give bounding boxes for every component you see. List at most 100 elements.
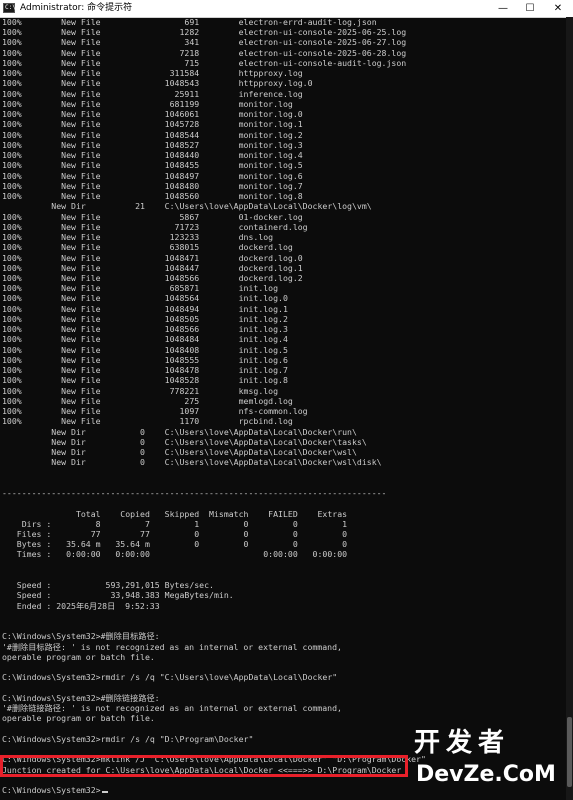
console-line: '#删除目标路径: ' is not recognized as an inte…	[2, 642, 342, 652]
console-line-text: Total Copied Skipped Mismatch FAILED Ext…	[2, 508, 348, 519]
console-line: 100% New File 1048480 monitor.log.7	[2, 181, 303, 191]
console-line: 100% New File 1048560 monitor.log.8	[2, 191, 303, 201]
console-line-text: 100% New File 1048543 httpproxy.log.0	[2, 78, 313, 89]
console-line-text: 100% New File 1048455 monitor.log.5	[2, 160, 303, 171]
console-line: 100% New File 7218 electron-ui-console-2…	[2, 48, 406, 58]
console-line: C:\Windows\System32>rmdir /s /q "D:\Prog…	[2, 734, 253, 744]
console-line: 100% New File 1048497 monitor.log.6	[2, 171, 303, 181]
cmd-icon[interactable]: C:\	[3, 3, 16, 13]
console-line-text: 100% New File 1048555 init.log.6	[2, 354, 288, 365]
console-line-text: '#删除目标路径: ' is not recognized as an inte…	[2, 641, 342, 652]
console-line: 100% New File 1048440 monitor.log.4	[2, 150, 303, 160]
console-line: 100% New File 691 electron-errd-audit-lo…	[2, 17, 377, 27]
console-line: New Dir 0 C:\Users\love\AppData\Local\Do…	[2, 457, 382, 468]
console-line: 100% New File 25911 inference.log	[2, 89, 303, 99]
console-line-text: Bytes : 35.64 m 35.64 m 0 0 0 0	[2, 539, 348, 550]
console-line-text: 100% New File 1046061 monitor.log.0	[2, 109, 303, 120]
console-line-text: 100% New File 1048564 init.log.0	[2, 293, 288, 304]
console-line-text: 100% New File 341 electron-ui-console-20…	[2, 37, 407, 48]
console-line: 100% New File 638015 dockerd.log	[2, 242, 293, 252]
console-line: New Dir 0 C:\Users\love\AppData\Local\Do…	[2, 427, 357, 437]
maximize-button[interactable]: ☐	[516, 0, 544, 17]
console-line-text: 100% New File 1048440 monitor.log.4	[2, 150, 303, 161]
console-line-text: New Dir 0 C:\Users\love\AppData\Local\Do…	[2, 447, 357, 458]
console-line: 100% New File 1046061 monitor.log.0	[2, 109, 303, 119]
console-line-text: 100% New File 1048447 dockerd.log.1	[2, 262, 303, 273]
console-line-text: 100% New File 1048505 init.log.2	[2, 313, 288, 324]
console-line: 100% New File 1048566 init.log.3	[2, 324, 288, 334]
console-line: C:\Windows\System32>#删除目标路径:	[2, 631, 160, 641]
console-line: 100% New File 1048543 httpproxy.log.0	[2, 78, 313, 88]
console-line-text: 100% New File 1048478 init.log.7	[2, 365, 288, 376]
console-line-text: 100% New File 71723 containerd.log	[2, 221, 308, 232]
console-line-text: New Dir 21 C:\Users\love\AppData\Local\D…	[2, 201, 372, 212]
console-line-text: 100% New File 681199 monitor.log	[2, 98, 293, 109]
console-line-text: 100% New File 1282 electron-ui-console-2…	[2, 27, 407, 38]
console-line-text: '#删除链接路径: ' is not recognized as an inte…	[2, 703, 342, 714]
console-line-text: 100% New File 123233 dns.log	[2, 232, 274, 243]
console-line-text: 100% New File 1097 nfs-common.log	[2, 406, 308, 417]
console-line-text: 100% New File 1048560 monitor.log.8	[2, 191, 303, 202]
console-line: 100% New File 5867 01-docker.log	[2, 212, 303, 222]
console-line: 100% New File 1048408 init.log.5	[2, 345, 288, 355]
console-line-text: Dirs : 8 7 1 0 0 1	[2, 518, 348, 529]
console-line-text: 100% New File 1170 rpcbind.log	[2, 416, 293, 427]
console-line: C:\Windows\System32>	[2, 785, 108, 795]
console-line: 100% New File 1048566 dockerd.log.2	[2, 273, 303, 283]
console-line-text: C:\Windows\System32>rmdir /s /q "D:\Prog…	[2, 733, 254, 744]
console-line-text: operable program or batch file.	[2, 713, 155, 724]
console-line: Bytes : 35.64 m 35.64 m 0 0 0 0	[2, 539, 347, 549]
console-line: 100% New File 685871 init.log	[2, 283, 278, 293]
console-line: Total Copied Skipped Mismatch FAILED Ext…	[2, 509, 347, 519]
console-line-text: Speed : 33,948.383 MegaBytes/min.	[2, 590, 234, 601]
console-output[interactable]: 100% New File 691 electron-errd-audit-lo…	[0, 17, 566, 800]
console-line-text: 100% New File 1045728 monitor.log.1	[2, 119, 303, 130]
window-title: Administrator: 命令提示符	[20, 3, 133, 13]
scrollbar-thumb[interactable]	[567, 717, 572, 787]
console-line-text: ----------------------------------------…	[2, 488, 387, 499]
console-line-text: 100% New File 275 memlogd.log	[2, 395, 293, 406]
console-line: 100% New File 681199 monitor.log	[2, 99, 293, 109]
watermark-text: 开发者	[414, 728, 511, 758]
minimize-button[interactable]: —	[489, 0, 517, 17]
console-line-text: 100% New File 1048408 init.log.5	[2, 344, 288, 355]
console-line: Times : 0:00:00 0:00:00 0:00:00 0:00:00	[2, 549, 347, 559]
console-line-text: 100% New File 1048544 monitor.log.2	[2, 129, 303, 140]
console-line: operable program or batch file.	[2, 652, 155, 662]
console-line: Ended : 2025年6月28日 9:52:33	[2, 601, 160, 611]
console-line-text: Speed : 593,291,015 Bytes/sec.	[2, 580, 214, 591]
console-line-text: 100% New File 25911 inference.log	[2, 88, 303, 99]
console-line: C:\Windows\System32>rmdir /s /q "C:\User…	[2, 672, 337, 682]
text-cursor	[101, 791, 108, 793]
vertical-scrollbar[interactable]	[566, 17, 573, 800]
console-line: Files : 77 77 0 0 0 0	[2, 529, 347, 539]
console-line-text: New Dir 0 C:\Users\love\AppData\Local\Do…	[2, 457, 382, 468]
console-line-text: 100% New File 1048494 init.log.1	[2, 303, 288, 314]
console-line-text: C:\Windows\System32>#删除目标路径:	[2, 631, 160, 642]
console-line-text: Files : 77 77 0 0 0 0	[2, 529, 348, 539]
console-line: 100% New File 1048528 init.log.8	[2, 375, 288, 385]
console-line: 100% New File 1048564 init.log.0	[2, 293, 288, 303]
highlight-box	[0, 755, 408, 777]
console-line: 100% New File 1170 rpcbind.log	[2, 416, 293, 426]
console-line: 100% New File 341 electron-ui-console-20…	[2, 37, 406, 47]
console-line: C:\Windows\System32>#删除链接路径:	[2, 693, 160, 703]
console-line-text: 100% New File 1048527 monitor.log.3	[2, 139, 303, 150]
console-line-text: 100% New File 7218 electron-ui-console-2…	[2, 47, 407, 58]
close-button[interactable]: ✕	[544, 0, 572, 17]
console-line: Dirs : 8 7 1 0 0 1	[2, 519, 347, 529]
console-line: 100% New File 1045728 monitor.log.1	[2, 119, 303, 129]
console-line-text: 100% New File 5867 01-docker.log	[2, 211, 303, 222]
console-line-text: C:\Windows\System32>#删除链接路径:	[2, 692, 160, 703]
console-line-text: 100% New File 691 electron-errd-audit-lo…	[2, 17, 377, 27]
console-line-text: Times : 0:00:00 0:00:00 0:00:00 0:00:00	[2, 549, 348, 560]
console-line: 100% New File 1048555 init.log.6	[2, 355, 288, 365]
console-line: 100% New File 1048527 monitor.log.3	[2, 140, 303, 150]
console-line-text: 100% New File 1048497 monitor.log.6	[2, 170, 303, 181]
console-line-text: Ended : 2025年6月28日 9:52:33	[2, 600, 160, 611]
title-bar: C:\ Administrator: 命令提示符 — ☐ ✕	[0, 0, 573, 18]
console-line: 100% New File 1048478 init.log.7	[2, 365, 288, 375]
console-line: '#删除链接路径: ' is not recognized as an inte…	[2, 703, 342, 713]
console-line: New Dir 0 C:\Users\love\AppData\Local\Do…	[2, 447, 357, 457]
console-line-text: 100% New File 1048471 dockerd.log.0	[2, 252, 303, 263]
